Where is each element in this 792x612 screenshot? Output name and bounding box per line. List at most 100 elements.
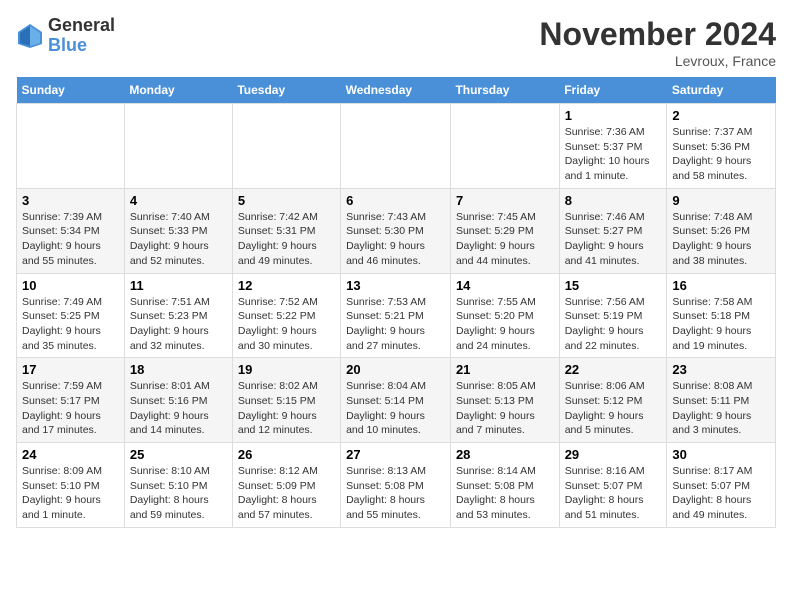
day-info: Sunrise: 8:12 AM Sunset: 5:09 PM Dayligh… — [238, 464, 335, 523]
day-info: Sunrise: 7:51 AM Sunset: 5:23 PM Dayligh… — [130, 295, 227, 354]
weekday-header: Saturday — [667, 77, 776, 104]
calendar-cell: 21Sunrise: 8:05 AM Sunset: 5:13 PM Dayli… — [450, 358, 559, 443]
calendar-cell: 18Sunrise: 8:01 AM Sunset: 5:16 PM Dayli… — [124, 358, 232, 443]
calendar-cell: 14 Sunrise: 7:55 AM Sunset: 5:20 PM Dayli… — [450, 273, 559, 358]
calendar-cell: 26 Sunrise: 8:12 AM Sunset: 5:09 PM Dayli… — [232, 443, 340, 528]
weekday-header: Friday — [559, 77, 667, 104]
weekday-header: Monday — [124, 77, 232, 104]
day-number: 3 — [22, 193, 119, 208]
day-info: Sunrise: 8:04 AM Sunset: 5:14 PM Dayligh… — [346, 379, 445, 438]
day-info: Sunrise: 8:09 AM Sunset: 5:10 PM Dayligh… — [22, 464, 119, 523]
calendar-cell: 10Sunrise: 7:49 AM Sunset: 5:25 PM Dayli… — [17, 273, 125, 358]
day-number: 24 — [22, 447, 119, 462]
day-number: 30 — [672, 447, 770, 462]
calendar-cell: 22 Sunrise: 8:06 AM Sunset: 5:12 PM Dayli… — [559, 358, 667, 443]
day-number: 14 — [456, 278, 554, 293]
calendar-cell: 25 Sunrise: 8:10 AM Sunset: 5:10 PM Dayli… — [124, 443, 232, 528]
day-info: Sunrise: 8:05 AM Sunset: 5:13 PM Dayligh… — [456, 379, 554, 438]
day-number: 26 — [238, 447, 335, 462]
day-number: 10 — [22, 278, 119, 293]
calendar-cell — [232, 104, 340, 189]
calendar-cell — [341, 104, 451, 189]
calendar-cell: 19 Sunrise: 8:02 AM Sunset: 5:15 PM Dayli… — [232, 358, 340, 443]
day-info: Sunrise: 7:59 AM Sunset: 5:17 PM Dayligh… — [22, 379, 119, 438]
day-info: Sunrise: 8:02 AM Sunset: 5:15 PM Dayligh… — [238, 379, 335, 438]
calendar-cell: 24 Sunrise: 8:09 AM Sunset: 5:10 PM Dayli… — [17, 443, 125, 528]
day-number: 20 — [346, 362, 445, 377]
day-info: Sunrise: 8:08 AM Sunset: 5:11 PM Dayligh… — [672, 379, 770, 438]
day-info: Sunrise: 8:17 AM Sunset: 5:07 PM Dayligh… — [672, 464, 770, 523]
calendar-cell: 12 Sunrise: 7:52 AM Sunset: 5:22 PM Dayli… — [232, 273, 340, 358]
calendar-cell: 13 Sunrise: 7:53 AM Sunset: 5:21 PM Dayli… — [341, 273, 451, 358]
logo-general-text: General — [48, 15, 115, 35]
day-info: Sunrise: 7:42 AM Sunset: 5:31 PM Dayligh… — [238, 210, 335, 269]
calendar-cell: 16 Sunrise: 7:58 AM Sunset: 5:18 PM Dayli… — [667, 273, 776, 358]
location: Levroux, France — [539, 53, 776, 69]
day-info: Sunrise: 7:52 AM Sunset: 5:22 PM Dayligh… — [238, 295, 335, 354]
title-area: November 2024 Levroux, France — [539, 16, 776, 69]
day-info: Sunrise: 8:13 AM Sunset: 5:08 PM Dayligh… — [346, 464, 445, 523]
day-info: Sunrise: 7:37 AM Sunset: 5:36 PM Dayligh… — [672, 125, 770, 184]
day-number: 29 — [565, 447, 662, 462]
day-number: 19 — [238, 362, 335, 377]
weekday-header: Sunday — [17, 77, 125, 104]
weekday-header: Wednesday — [341, 77, 451, 104]
calendar-cell: 17 Sunrise: 7:59 AM Sunset: 5:17 PM Dayli… — [17, 358, 125, 443]
calendar-cell: 3 Sunrise: 7:39 AM Sunset: 5:34 PM Daylig… — [17, 188, 125, 273]
calendar-cell: 4 Sunrise: 7:40 AM Sunset: 5:33 PM Daylig… — [124, 188, 232, 273]
calendar-cell: 2 Sunrise: 7:37 AM Sunset: 5:36 PM Daylig… — [667, 104, 776, 189]
day-number: 7 — [456, 193, 554, 208]
day-number: 1 — [565, 108, 662, 123]
day-info: Sunrise: 7:36 AM Sunset: 5:37 PM Dayligh… — [565, 125, 662, 184]
calendar-cell: 27 Sunrise: 8:13 AM Sunset: 5:08 PM Dayli… — [341, 443, 451, 528]
calendar-cell — [124, 104, 232, 189]
day-number: 11 — [130, 278, 227, 293]
day-info: Sunrise: 7:56 AM Sunset: 5:19 PM Dayligh… — [565, 295, 662, 354]
day-info: Sunrise: 8:10 AM Sunset: 5:10 PM Dayligh… — [130, 464, 227, 523]
logo-blue-text: Blue — [48, 35, 87, 55]
calendar-cell: 8Sunrise: 7:46 AM Sunset: 5:27 PM Daylig… — [559, 188, 667, 273]
day-number: 15 — [565, 278, 662, 293]
calendar-cell: 9 Sunrise: 7:48 AM Sunset: 5:26 PM Daylig… — [667, 188, 776, 273]
day-info: Sunrise: 7:40 AM Sunset: 5:33 PM Dayligh… — [130, 210, 227, 269]
day-info: Sunrise: 8:01 AM Sunset: 5:16 PM Dayligh… — [130, 379, 227, 438]
day-number: 2 — [672, 108, 770, 123]
day-info: Sunrise: 7:55 AM Sunset: 5:20 PM Dayligh… — [456, 295, 554, 354]
calendar-table: SundayMondayTuesdayWednesdayThursdayFrid… — [16, 77, 776, 528]
day-info: Sunrise: 7:48 AM Sunset: 5:26 PM Dayligh… — [672, 210, 770, 269]
calendar-cell: 23 Sunrise: 8:08 AM Sunset: 5:11 PM Dayli… — [667, 358, 776, 443]
day-number: 25 — [130, 447, 227, 462]
day-number: 16 — [672, 278, 770, 293]
day-info: Sunrise: 8:14 AM Sunset: 5:08 PM Dayligh… — [456, 464, 554, 523]
day-number: 4 — [130, 193, 227, 208]
day-number: 12 — [238, 278, 335, 293]
day-number: 28 — [456, 447, 554, 462]
header: General Blue November 2024 Levroux, Fran… — [16, 16, 776, 69]
logo: General Blue — [16, 16, 115, 56]
day-number: 8 — [565, 193, 662, 208]
day-info: Sunrise: 7:58 AM Sunset: 5:18 PM Dayligh… — [672, 295, 770, 354]
calendar-cell: 6Sunrise: 7:43 AM Sunset: 5:30 PM Daylig… — [341, 188, 451, 273]
day-info: Sunrise: 7:45 AM Sunset: 5:29 PM Dayligh… — [456, 210, 554, 269]
calendar-cell: 1 Sunrise: 7:36 AM Sunset: 5:37 PM Daylig… — [559, 104, 667, 189]
calendar-cell: 20 Sunrise: 8:04 AM Sunset: 5:14 PM Dayli… — [341, 358, 451, 443]
calendar-cell: 11 Sunrise: 7:51 AM Sunset: 5:23 PM Dayli… — [124, 273, 232, 358]
day-info: Sunrise: 7:53 AM Sunset: 5:21 PM Dayligh… — [346, 295, 445, 354]
calendar-cell: 5Sunrise: 7:42 AM Sunset: 5:31 PM Daylig… — [232, 188, 340, 273]
day-number: 27 — [346, 447, 445, 462]
calendar-header: SundayMondayTuesdayWednesdayThursdayFrid… — [17, 77, 776, 104]
day-number: 22 — [565, 362, 662, 377]
calendar-cell: 7 Sunrise: 7:45 AM Sunset: 5:29 PM Daylig… — [450, 188, 559, 273]
day-info: Sunrise: 7:43 AM Sunset: 5:30 PM Dayligh… — [346, 210, 445, 269]
day-number: 9 — [672, 193, 770, 208]
day-info: Sunrise: 8:16 AM Sunset: 5:07 PM Dayligh… — [565, 464, 662, 523]
day-number: 23 — [672, 362, 770, 377]
weekday-header: Thursday — [450, 77, 559, 104]
calendar-cell: 29 Sunrise: 8:16 AM Sunset: 5:07 PM Dayli… — [559, 443, 667, 528]
day-number: 17 — [22, 362, 119, 377]
day-info: Sunrise: 8:06 AM Sunset: 5:12 PM Dayligh… — [565, 379, 662, 438]
day-number: 13 — [346, 278, 445, 293]
calendar-cell: 15 Sunrise: 7:56 AM Sunset: 5:19 PM Dayli… — [559, 273, 667, 358]
logo-icon — [16, 22, 44, 50]
day-info: Sunrise: 7:39 AM Sunset: 5:34 PM Dayligh… — [22, 210, 119, 269]
